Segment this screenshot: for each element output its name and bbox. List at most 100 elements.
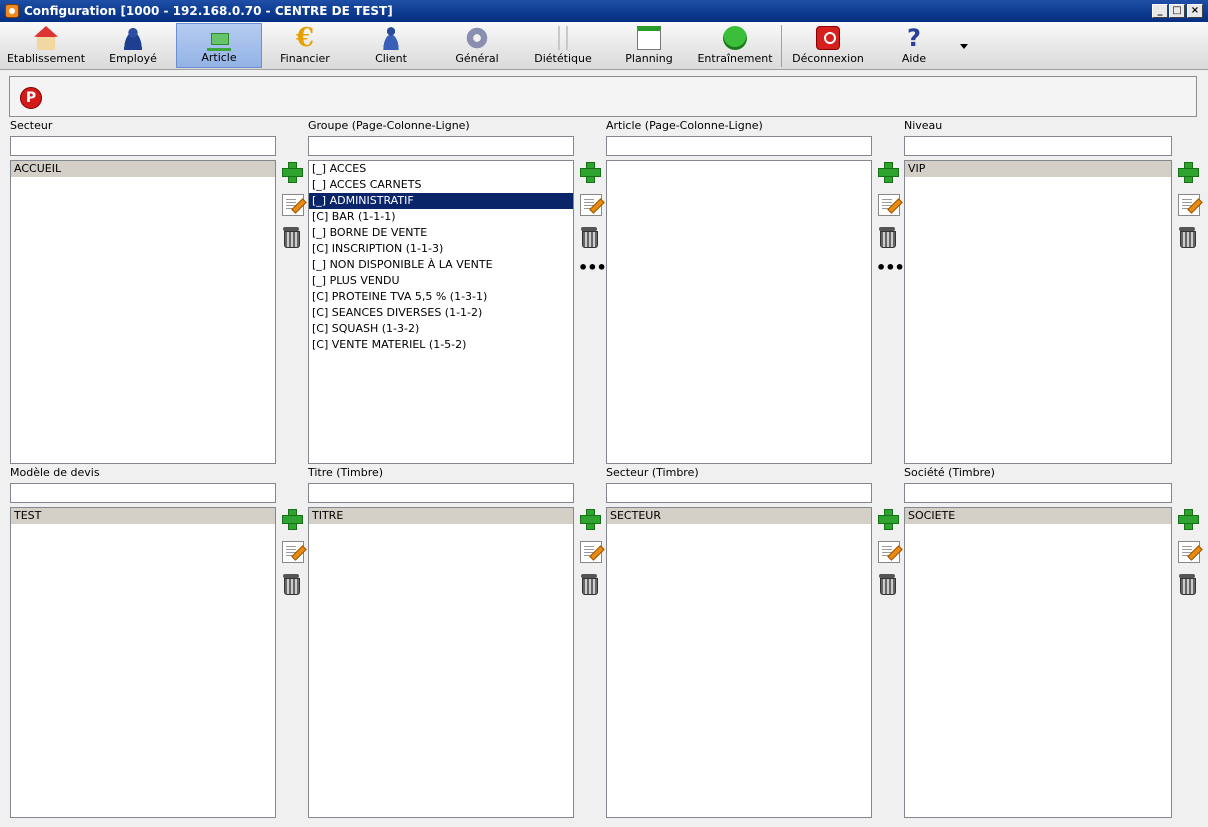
cart-icon	[207, 27, 231, 51]
list-item[interactable]: [_] ACCES	[309, 161, 573, 177]
groupe-more-icon[interactable]: •••	[578, 257, 607, 279]
list-item[interactable]: [C] SEANCES DIVERSES (1-1-2)	[309, 305, 573, 321]
toolbar-general-button[interactable]: Général	[436, 23, 518, 68]
power-icon	[816, 26, 840, 50]
niveau-add-icon[interactable]	[1176, 160, 1199, 183]
list-item[interactable]: [C] PROTEINE TVA 5,5 % (1-3-1)	[309, 289, 573, 305]
article-more-icon[interactable]: •••	[876, 257, 905, 279]
toolbar-employe-button[interactable]: Employé	[92, 23, 174, 68]
niveau-label: Niveau	[904, 119, 943, 132]
list-item[interactable]: SOCIETE	[905, 508, 1171, 524]
cutlery-icon	[551, 26, 575, 50]
help-icon: ?	[907, 24, 921, 52]
toolbar-aide-button[interactable]: ? Aide	[874, 23, 954, 68]
toolbar-entrainement-button[interactable]: Entraînement	[692, 23, 778, 68]
list-item[interactable]: [C] BAR (1-1-1)	[309, 209, 573, 225]
toolbar-dietetique-button[interactable]: Diététique	[520, 23, 606, 68]
societe-timbre-delete-icon[interactable]	[1176, 572, 1198, 595]
article-delete-icon[interactable]	[876, 225, 898, 248]
maximize-button[interactable]: □	[1169, 4, 1185, 18]
modele-devis-delete-icon[interactable]	[280, 572, 302, 595]
title-bar: Configuration [1000 - 192.168.0.70 - CEN…	[0, 0, 1208, 22]
toolbar-label: Général	[455, 52, 499, 65]
secteur-list[interactable]: ACCUEIL	[10, 160, 276, 464]
titre-timbre-edit-icon[interactable]	[580, 541, 602, 563]
toolbar-client-button[interactable]: Client	[348, 23, 434, 68]
secteur-edit-icon[interactable]	[282, 194, 304, 216]
close-button[interactable]: ×	[1187, 4, 1203, 18]
groupe-delete-icon[interactable]	[578, 225, 600, 248]
list-item[interactable]: [C] INSCRIPTION (1-1-3)	[309, 241, 573, 257]
societe-timbre-filter-input[interactable]	[904, 483, 1172, 503]
list-item-selected[interactable]: [_] ADMINISTRATIF	[309, 193, 573, 209]
toolbar-label: Entraînement	[697, 52, 773, 65]
list-item[interactable]: [_] PLUS VENDU	[309, 273, 573, 289]
modele-devis-filter-input[interactable]	[10, 483, 276, 503]
list-item[interactable]: [C] SQUASH (1-3-2)	[309, 321, 573, 337]
toolbar-etablissement-button[interactable]: Etablissement	[2, 23, 90, 68]
titre-timbre-list[interactable]: TITRE	[308, 507, 574, 818]
groupe-edit-icon[interactable]	[580, 194, 602, 216]
toolbar-financier-button[interactable]: € Financier	[264, 23, 346, 68]
toolbar-label: Aide	[901, 52, 927, 65]
toolbar-label: Employé	[109, 52, 157, 65]
article-list[interactable]	[606, 160, 872, 464]
titre-timbre-add-icon[interactable]	[578, 507, 601, 530]
niveau-list[interactable]: VIP	[904, 160, 1172, 464]
list-item[interactable]: ACCUEIL	[11, 161, 275, 177]
list-item[interactable]: TEST	[11, 508, 275, 524]
modele-devis-label: Modèle de devis	[10, 466, 100, 479]
titre-timbre-filter-input[interactable]	[308, 483, 574, 503]
runner-icon	[723, 26, 747, 50]
groupe-list[interactable]: [_] ACCES [_] ACCES CARNETS [_] ADMINIST…	[308, 160, 574, 464]
list-item[interactable]: [_] BORNE DE VENTE	[309, 225, 573, 241]
groupe-filter-input[interactable]	[308, 136, 574, 156]
window-title: Configuration [1000 - 192.168.0.70 - CEN…	[24, 4, 393, 18]
modele-devis-add-icon[interactable]	[280, 507, 303, 530]
toolbar-article-button[interactable]: Article	[176, 23, 262, 68]
modele-devis-edit-icon[interactable]	[282, 541, 304, 563]
secteur-delete-icon[interactable]	[280, 225, 302, 248]
article-filter-input[interactable]	[606, 136, 872, 156]
euro-icon: €	[295, 23, 315, 53]
main-toolbar: Etablissement Employé Article € Financie…	[0, 22, 1208, 70]
list-item[interactable]: SECTEUR	[607, 508, 871, 524]
list-item[interactable]: [_] ACCES CARNETS	[309, 177, 573, 193]
parking-icon[interactable]: P	[20, 87, 42, 109]
secteur-filter-input[interactable]	[10, 136, 276, 156]
toolbar-planning-button[interactable]: Planning	[608, 23, 690, 68]
article-label: Article (Page-Colonne-Ligne)	[606, 119, 763, 132]
niveau-filter-input[interactable]	[904, 136, 1172, 156]
niveau-delete-icon[interactable]	[1176, 225, 1198, 248]
toolbar-label: Diététique	[534, 52, 592, 65]
toolbar-separator	[781, 25, 782, 67]
gear-icon	[465, 26, 489, 50]
societe-timbre-edit-icon[interactable]	[1178, 541, 1200, 563]
app-icon	[5, 4, 19, 18]
list-item[interactable]: [C] VENTE MATERIEL (1-5-2)	[309, 337, 573, 353]
modele-devis-list[interactable]: TEST	[10, 507, 276, 818]
societe-timbre-add-icon[interactable]	[1176, 507, 1199, 530]
list-item[interactable]: [_] NON DISPONIBLE À LA VENTE	[309, 257, 573, 273]
minimize-button[interactable]: _	[1152, 4, 1168, 18]
calendar-icon	[637, 26, 661, 50]
secteur-add-icon[interactable]	[280, 160, 303, 183]
titre-timbre-delete-icon[interactable]	[578, 572, 600, 595]
article-edit-icon[interactable]	[878, 194, 900, 216]
secteur-timbre-edit-icon[interactable]	[878, 541, 900, 563]
titre-timbre-label: Titre (Timbre)	[308, 466, 384, 479]
toolbar-overflow-chevron-icon[interactable]	[960, 44, 968, 49]
list-item[interactable]: TITRE	[309, 508, 573, 524]
list-item[interactable]: VIP	[905, 161, 1171, 177]
niveau-edit-icon[interactable]	[1178, 194, 1200, 216]
groupe-add-icon[interactable]	[578, 160, 601, 183]
secteur-timbre-filter-input[interactable]	[606, 483, 872, 503]
secteur-timbre-add-icon[interactable]	[876, 507, 899, 530]
secteur-timbre-list[interactable]: SECTEUR	[606, 507, 872, 818]
secteur-label: Secteur	[10, 119, 53, 132]
toolbar-deconnexion-button[interactable]: Déconnexion	[784, 23, 872, 68]
societe-timbre-list[interactable]: SOCIETE	[904, 507, 1172, 818]
article-add-icon[interactable]	[876, 160, 899, 183]
secteur-timbre-label: Secteur (Timbre)	[606, 466, 699, 479]
secteur-timbre-delete-icon[interactable]	[876, 572, 898, 595]
